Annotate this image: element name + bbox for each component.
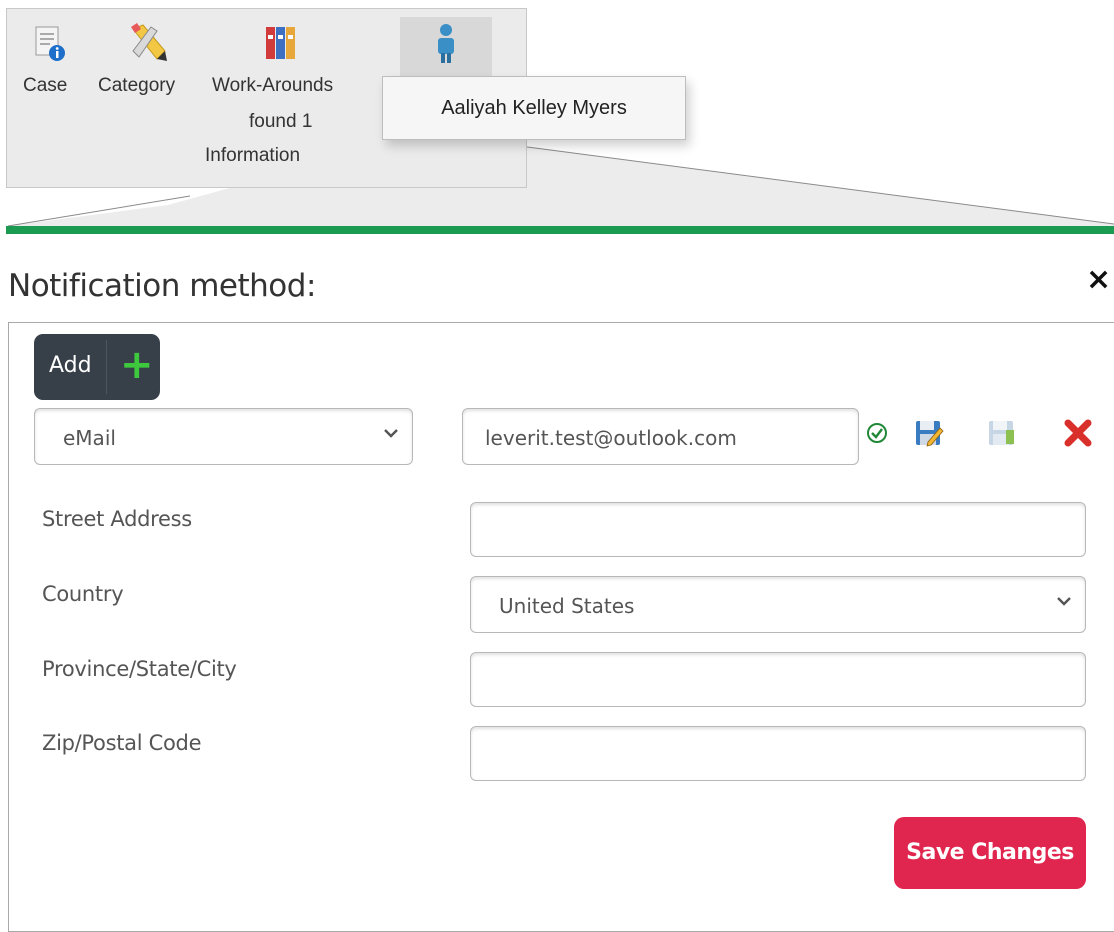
country-label: Country bbox=[42, 582, 124, 606]
save-edit-icon[interactable] bbox=[914, 418, 944, 448]
dialog-title: Notification method: bbox=[8, 268, 316, 304]
chevron-down-icon bbox=[384, 429, 398, 438]
add-method-button[interactable]: Add + bbox=[34, 334, 160, 400]
plus-icon: + bbox=[120, 342, 154, 388]
chevron-down-icon bbox=[1057, 597, 1071, 606]
street-address-input[interactable] bbox=[470, 502, 1086, 557]
toolbar-workarounds-found: found 1 bbox=[249, 111, 313, 132]
country-select-value: United States bbox=[499, 594, 635, 618]
country-select[interactable]: United States bbox=[470, 576, 1086, 633]
province-label: Province/State/City bbox=[42, 657, 237, 681]
verified-check-icon bbox=[867, 423, 887, 443]
toolbar-workarounds-info: Information bbox=[205, 145, 301, 166]
delete-icon[interactable] bbox=[1064, 419, 1092, 447]
province-input[interactable] bbox=[470, 652, 1086, 707]
toolbar-case[interactable]: Case bbox=[23, 69, 67, 103]
toolbar-category[interactable]: Category bbox=[98, 69, 175, 103]
method-select-value: eMail bbox=[63, 426, 116, 450]
method-select[interactable]: eMail bbox=[34, 408, 413, 465]
street-address-label: Street Address bbox=[42, 507, 192, 531]
save-disabled-icon[interactable] bbox=[987, 418, 1017, 448]
zip-input[interactable] bbox=[470, 726, 1086, 781]
toolbar-workarounds[interactable]: Work-Arounds bbox=[212, 69, 333, 103]
case-info-icon[interactable] bbox=[33, 23, 67, 63]
save-changes-button[interactable]: Save Changes bbox=[894, 817, 1086, 889]
email-input[interactable]: leverit.test@outlook.com bbox=[462, 408, 859, 465]
close-icon[interactable]: × bbox=[1086, 262, 1111, 297]
green-divider bbox=[6, 226, 1114, 234]
pencil-ruler-icon[interactable] bbox=[127, 21, 169, 65]
add-button-label: Add bbox=[49, 353, 92, 378]
email-input-value: leverit.test@outlook.com bbox=[485, 426, 737, 450]
user-name-popup[interactable]: Aaliyah Kelley Myers bbox=[382, 76, 686, 140]
person-icon[interactable] bbox=[433, 23, 459, 65]
binders-icon[interactable] bbox=[264, 23, 304, 63]
add-button-separator bbox=[106, 340, 107, 394]
zip-label: Zip/Postal Code bbox=[42, 731, 202, 755]
